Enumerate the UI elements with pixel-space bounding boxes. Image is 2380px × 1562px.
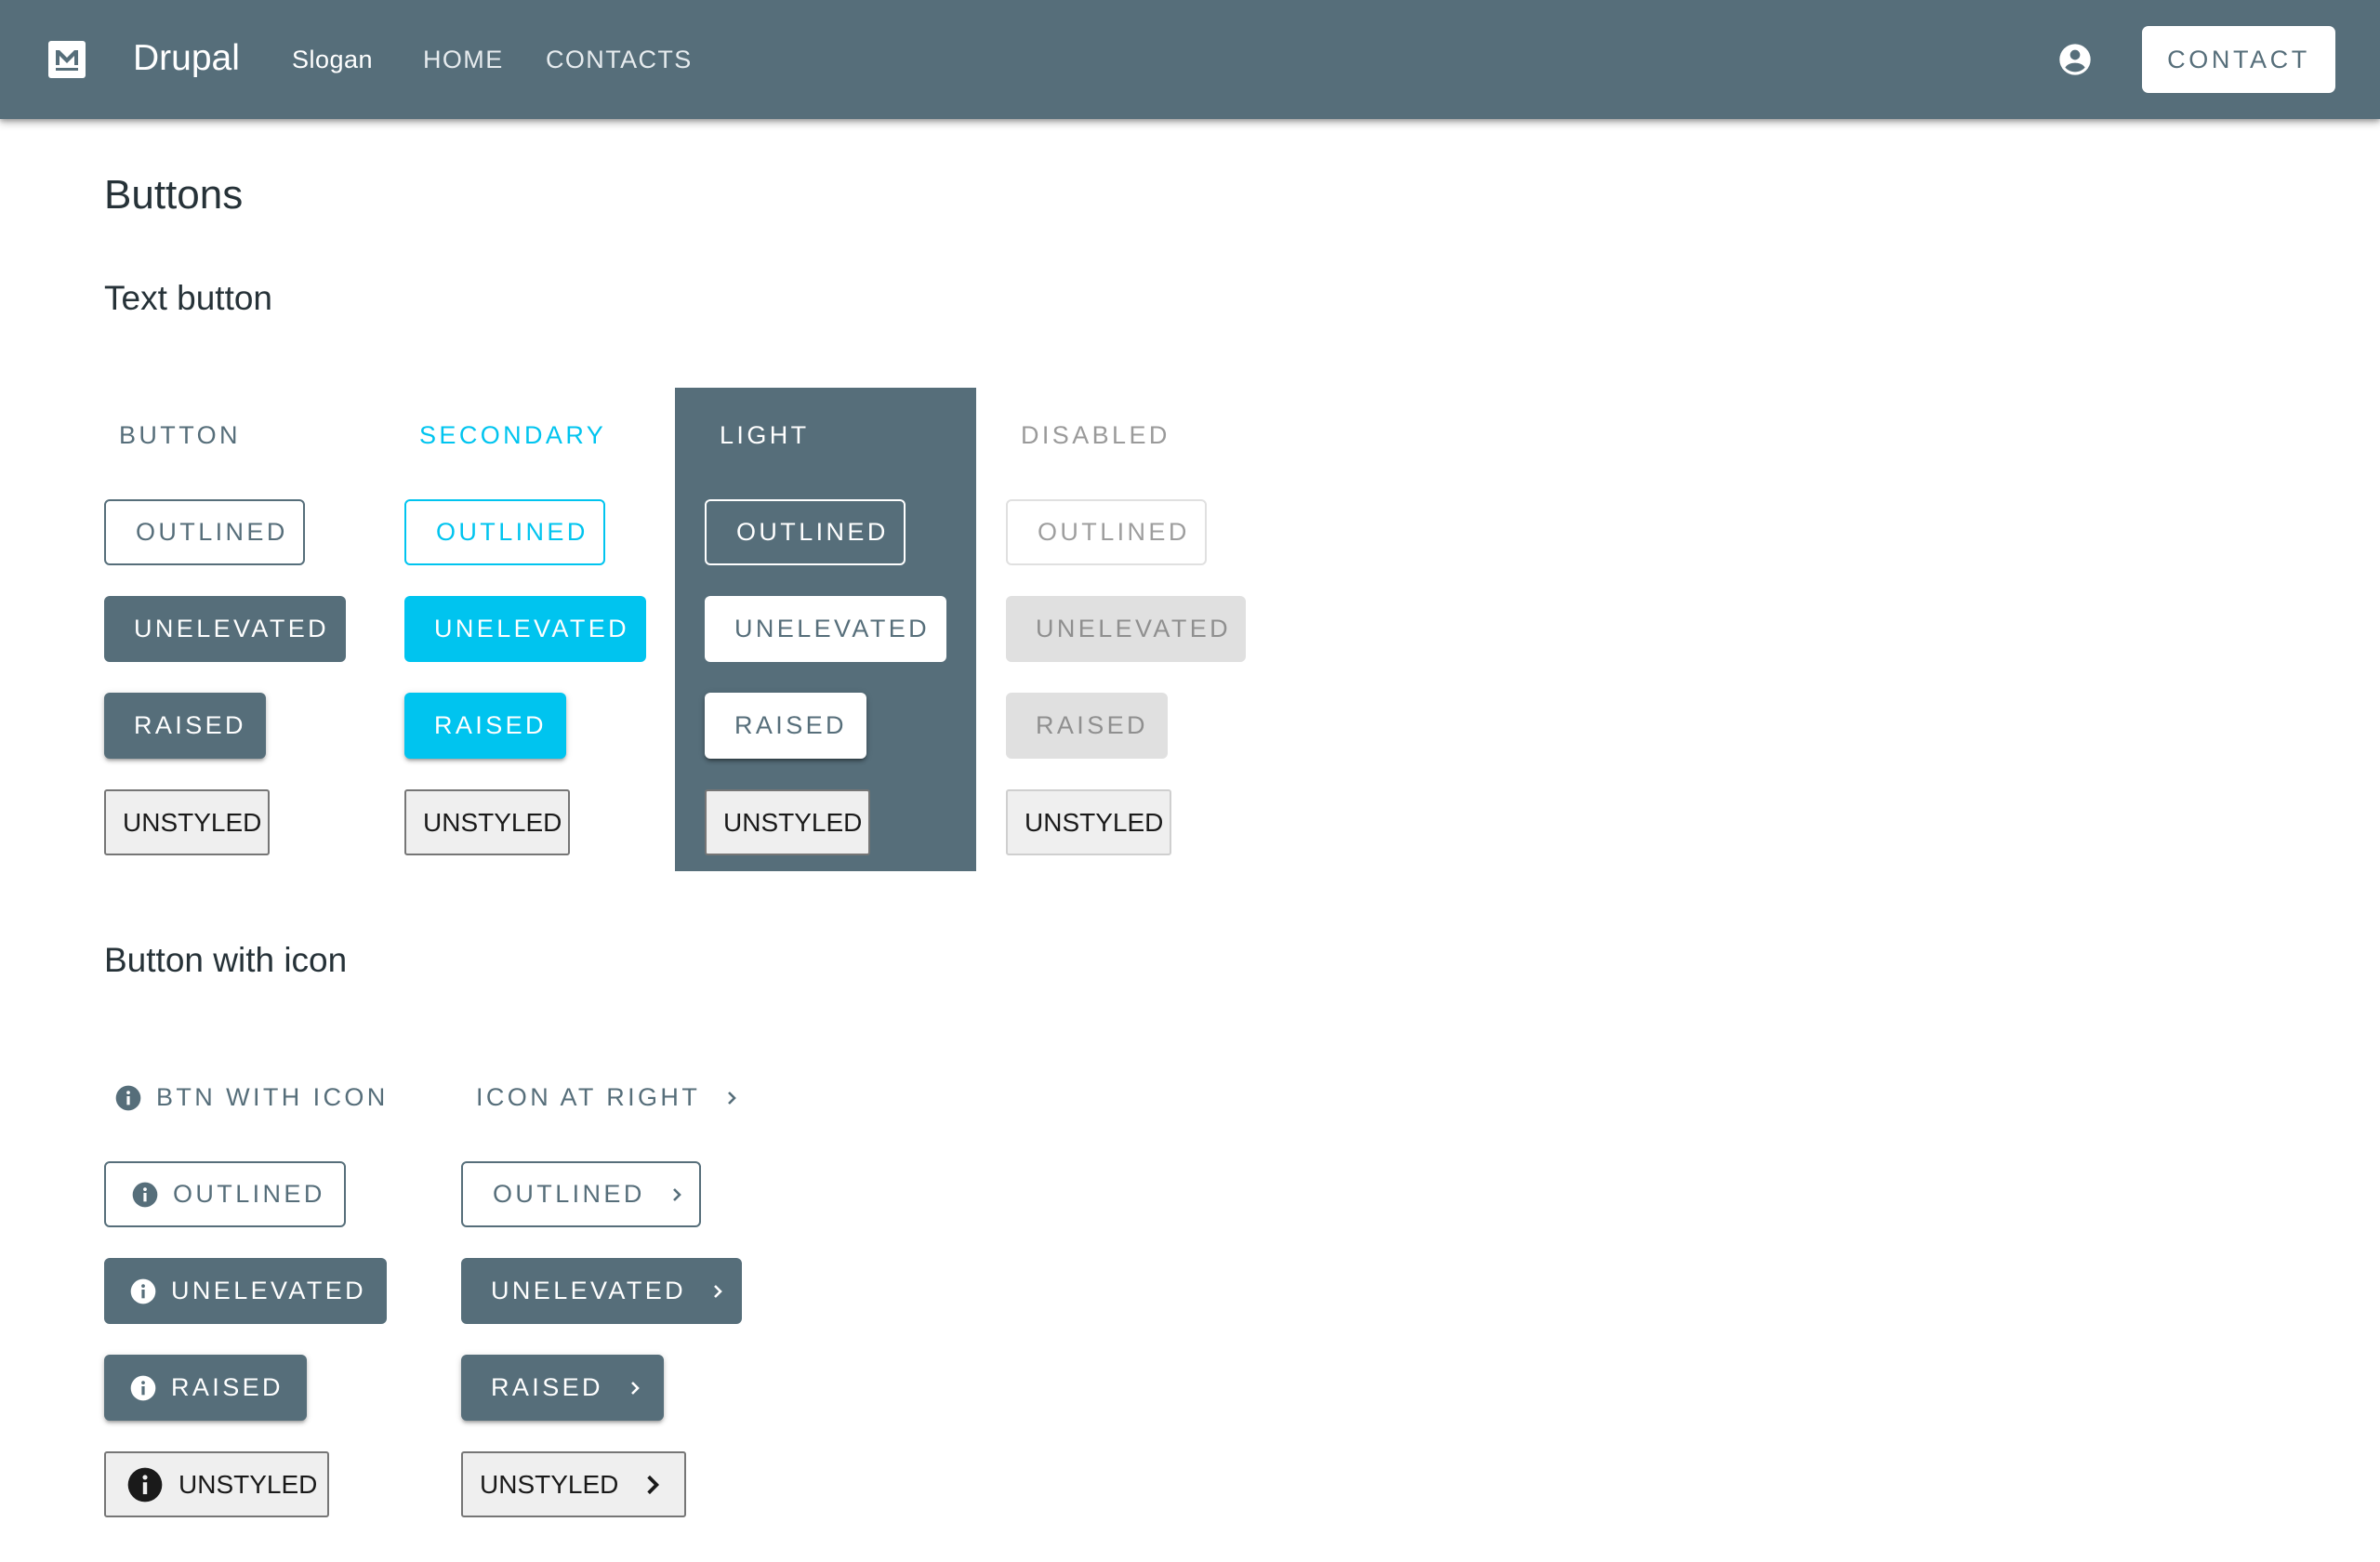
button-unelevated-secondary[interactable]: UNELEVATED [404,596,646,662]
chevron-right-icon [728,1091,737,1105]
button-label: UNELEVATED [491,1277,687,1304]
button-label: OUTLINED [493,1180,645,1208]
section-title-text-button: Text button [104,279,273,317]
section-title-button-with-icon: Button with icon [104,941,348,979]
button-label: RAISED [171,1373,284,1401]
button-label: BTN WITH ICON [156,1083,389,1111]
button-label: UNELEVATED [171,1277,367,1304]
info-icon [115,1085,141,1110]
button-text-icon-right[interactable]: ICON AT RIGHT [461,1065,758,1131]
button-outlined-primary[interactable]: OUTLINED [104,499,305,565]
nav-home-link[interactable]: HOME [423,41,504,78]
chevron-right-icon [631,1381,640,1395]
button-outlined-with-icon[interactable]: OUTLINED [104,1161,346,1227]
button-raised-light[interactable]: RAISED [705,693,866,759]
button-unelevated-primary[interactable]: UNELEVATED [104,596,346,662]
site-slogan: Slogan [292,46,374,73]
info-icon [130,1375,156,1400]
button-text-light[interactable]: LIGHT [705,403,825,469]
button-text-primary[interactable]: BUTTON [104,403,256,469]
button-raised-with-icon[interactable]: RAISED [104,1355,307,1421]
button-unelevated-icon-right[interactable]: UNELEVATED [461,1258,742,1324]
chevron-right-icon [647,1475,660,1494]
chevron-right-icon [672,1187,681,1201]
button-label: UNSTYLED [178,1469,318,1499]
info-icon [130,1278,156,1304]
button-unstyled-primary[interactable]: UNSTYLED [104,789,270,855]
button-unelevated-disabled: UNELEVATED [1006,596,1246,662]
button-raised-disabled: RAISED [1006,693,1168,759]
material-logo-icon[interactable] [48,41,86,78]
page-title: Buttons [104,172,244,218]
contact-button[interactable]: CONTACT [2142,26,2335,93]
button-unelevated-light[interactable]: UNELEVATED [705,596,946,662]
button-raised-secondary[interactable]: RAISED [404,693,566,759]
button-raised-icon-right[interactable]: RAISED [461,1355,664,1421]
button-outlined-secondary[interactable]: OUTLINED [404,499,605,565]
button-outlined-icon-right[interactable]: OUTLINED [461,1161,701,1227]
info-icon [132,1182,158,1207]
button-unstyled-secondary[interactable]: UNSTYLED [404,789,570,855]
top-app-bar: Drupal Slogan HOME CONTACTS CONTACT [0,0,2380,119]
chevron-right-icon [714,1284,722,1298]
site-name[interactable]: Drupal [133,33,240,84]
button-text-with-icon[interactable]: BTN WITH ICON [104,1065,403,1131]
button-text-disabled: DISABLED [1006,403,1185,469]
nav-contacts-link[interactable]: CONTACTS [546,41,693,78]
button-raised-primary[interactable]: RAISED [104,693,266,759]
button-outlined-light[interactable]: OUTLINED [705,499,906,565]
button-label: OUTLINED [173,1180,325,1208]
account-circle-icon[interactable] [2056,41,2094,78]
info-icon [127,1467,163,1502]
button-unstyled-icon-right[interactable]: UNSTYLED [461,1451,686,1517]
button-outlined-disabled: OUTLINED [1006,499,1207,565]
button-label: UNSTYLED [480,1469,619,1499]
button-label: RAISED [491,1373,603,1401]
button-unstyled-with-icon[interactable]: UNSTYLED [104,1451,329,1517]
button-unelevated-with-icon[interactable]: UNELEVATED [104,1258,387,1324]
button-label: ICON AT RIGHT [476,1083,701,1111]
button-unstyled-light[interactable]: UNSTYLED [705,789,870,855]
button-unstyled-disabled: UNSTYLED [1006,789,1171,855]
button-text-secondary[interactable]: SECONDARY [404,403,621,469]
